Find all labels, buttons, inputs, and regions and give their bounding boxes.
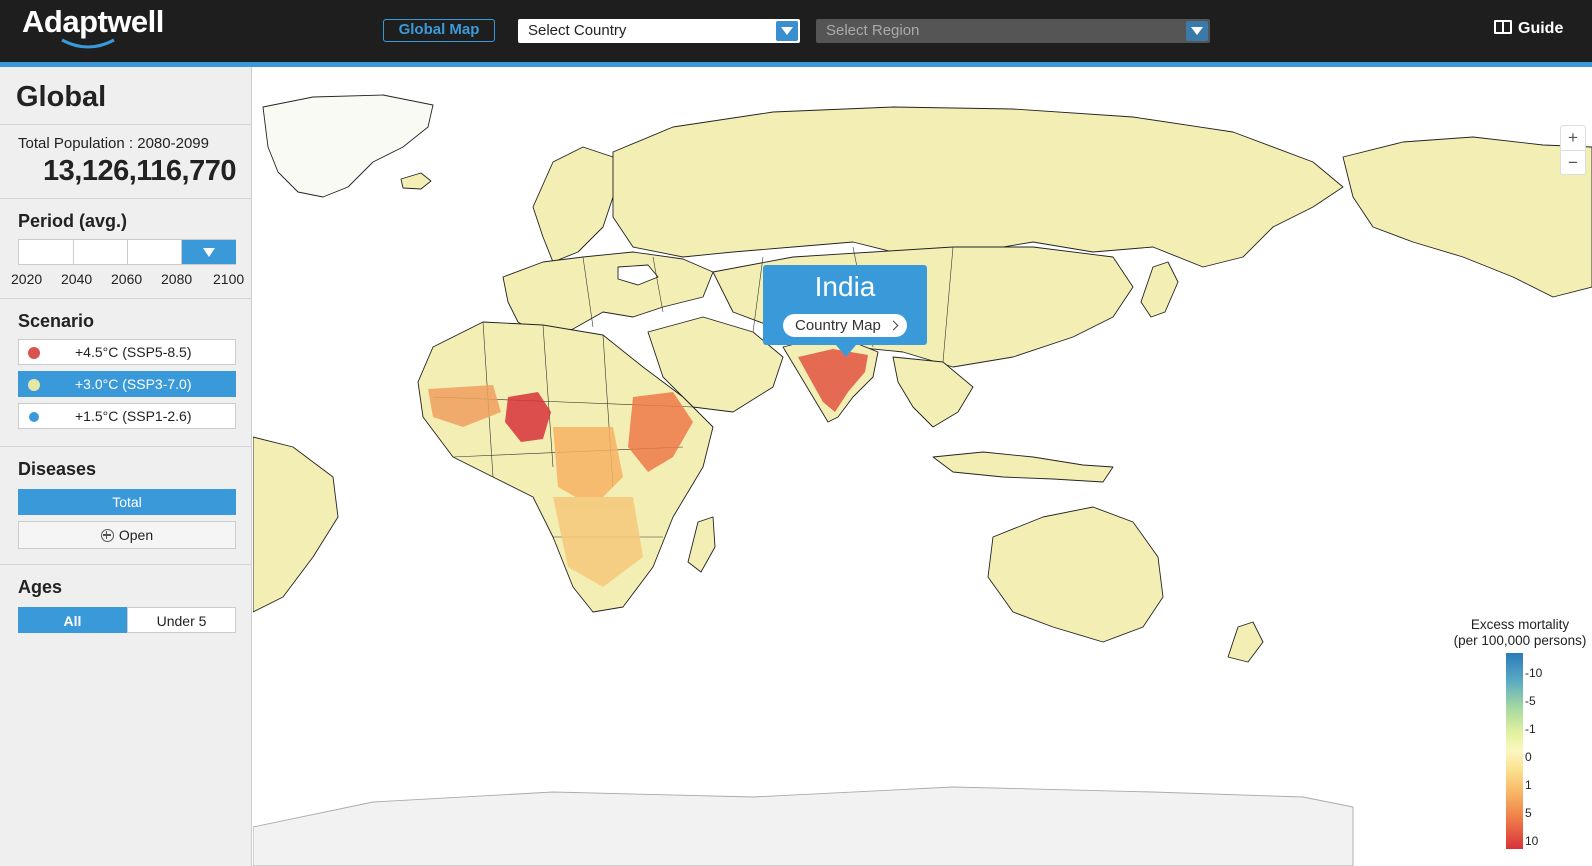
- chevron-down-icon[interactable]: [776, 21, 798, 41]
- region-madagascar: [687, 516, 716, 573]
- guide-label: Guide: [1518, 20, 1564, 37]
- legend-tick: -10: [1525, 666, 1543, 680]
- period-tick: 2060: [111, 271, 143, 287]
- ages-heading: Ages: [18, 577, 63, 597]
- region-russia: [612, 106, 1344, 268]
- region-iceland: [400, 172, 432, 190]
- scenario-label: +1.5°C (SSP1-2.6): [75, 408, 192, 424]
- population-label: Total Population : 2080-2099: [18, 135, 209, 152]
- period-heading: Period (avg.): [18, 211, 128, 231]
- zoom-controls: + −: [1560, 125, 1586, 175]
- zoom-in-button[interactable]: +: [1561, 126, 1585, 150]
- region-new-zealand: [1227, 621, 1264, 663]
- disease-open-button[interactable]: Open: [18, 521, 236, 549]
- period-selected-handle[interactable]: [182, 240, 236, 264]
- page-title: Global: [16, 81, 107, 113]
- scenario-label: +3.0°C (SSP3-7.0): [75, 376, 192, 392]
- top-bar: Adaptwell Global Map Select Country Sele…: [0, 0, 1592, 62]
- open-label: Open: [118, 527, 154, 543]
- region-select[interactable]: Select Region: [816, 19, 1210, 43]
- world-map-svg[interactable]: [253, 67, 1592, 866]
- period-tick: 2040: [61, 271, 93, 287]
- region-australia: [987, 506, 1164, 643]
- period-divider: [73, 240, 74, 264]
- scenario-ssp370-button[interactable]: +3.0°C (SSP3-7.0): [18, 371, 236, 397]
- legend-tick: 0: [1525, 750, 1532, 764]
- disease-total-button[interactable]: Total: [18, 489, 236, 515]
- legend-tick: -1: [1525, 722, 1536, 736]
- global-map-button[interactable]: Global Map: [383, 19, 495, 42]
- scenario-label: +4.5°C (SSP5-8.5): [75, 344, 192, 360]
- scenario-dot-icon: [29, 412, 39, 422]
- tooltip-country-name: India: [814, 271, 876, 302]
- population-value: 13,126,116,770: [43, 155, 236, 187]
- region-southeast-asia: [892, 356, 974, 428]
- guide-link[interactable]: Guide: [1494, 20, 1563, 38]
- logo-smile-icon: [61, 38, 115, 49]
- zoom-out-button[interactable]: −: [1561, 150, 1585, 174]
- scenario-heading: Scenario: [18, 311, 95, 331]
- scenario-dot-icon: [28, 347, 40, 359]
- sidebar-title-section: Global: [0, 67, 252, 125]
- country-map-button[interactable]: Country Map: [783, 314, 907, 337]
- scenario-dot-icon: [28, 379, 40, 391]
- region-indonesia: [932, 451, 1114, 483]
- book-icon: [1494, 20, 1512, 34]
- period-section: Period (avg.) 2020 2040 2060 2080 2100: [0, 199, 252, 299]
- period-divider: [127, 240, 128, 264]
- period-slider[interactable]: [18, 239, 236, 265]
- country-map-label: Country Map: [795, 317, 881, 334]
- legend-tick: -5: [1525, 694, 1536, 708]
- region-antarctica: [253, 786, 1354, 866]
- country-tooltip: India Country Map: [763, 265, 927, 357]
- ages-section: Ages All Under 5: [0, 565, 252, 655]
- country-select[interactable]: Select Country: [518, 19, 800, 43]
- region-north-america-east: [1342, 136, 1592, 298]
- region-select-value: Select Region: [826, 22, 920, 39]
- age-all-button[interactable]: All: [18, 607, 127, 633]
- sidebar: Global Total Population : 2080-2099 13,1…: [0, 67, 252, 866]
- period-tick: 2100: [213, 271, 245, 287]
- legend-tick: 5: [1525, 806, 1532, 820]
- legend-tick: 1: [1525, 778, 1532, 792]
- diseases-heading: Diseases: [18, 459, 97, 479]
- plus-circle-icon: [100, 529, 114, 542]
- age-under5-button[interactable]: Under 5: [127, 607, 236, 633]
- diseases-section: Diseases Total Open: [0, 447, 252, 565]
- region-south-america: [253, 436, 339, 613]
- population-section: Total Population : 2080-2099 13,126,116,…: [0, 125, 252, 199]
- region-japan: [1140, 261, 1179, 318]
- scenario-ssp585-button[interactable]: +4.5°C (SSP5-8.5): [18, 339, 236, 365]
- legend-tick: 10: [1525, 834, 1539, 848]
- app-logo[interactable]: Adaptwell: [22, 4, 164, 40]
- chevron-right-icon: [888, 320, 899, 331]
- chevron-down-icon[interactable]: [1186, 21, 1208, 41]
- legend-title-line2: (per 100,000 persons): [1453, 633, 1587, 648]
- period-tick: 2080: [161, 271, 193, 287]
- world-map[interactable]: [253, 67, 1592, 866]
- legend-color-bar: [1506, 653, 1523, 849]
- period-tick: 2020: [11, 271, 43, 287]
- scenario-ssp126-button[interactable]: +1.5°C (SSP1-2.6): [18, 403, 236, 429]
- legend-title-line1: Excess mortality: [1470, 617, 1570, 632]
- legend-title: Excess mortality (per 100,000 persons): [1452, 617, 1588, 649]
- scenario-section: Scenario +4.5°C (SSP5-8.5) +3.0°C (SSP3-…: [0, 299, 252, 447]
- country-select-value: Select Country: [528, 22, 627, 39]
